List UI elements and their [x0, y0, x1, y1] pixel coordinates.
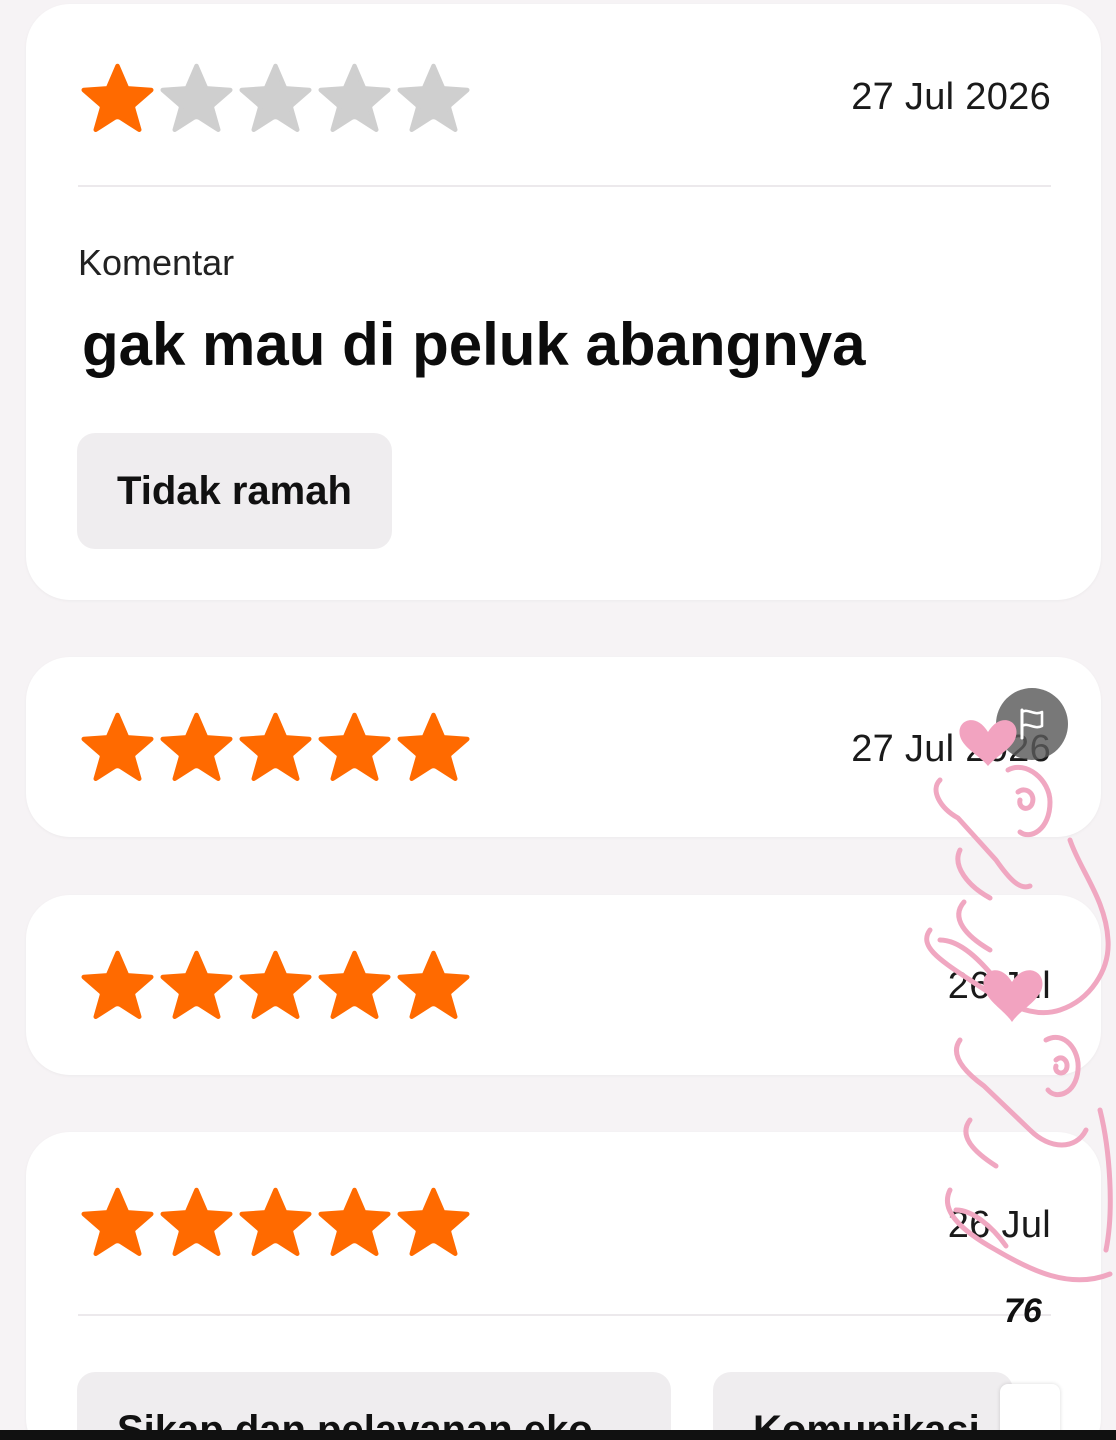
star-filled-icon — [239, 1187, 312, 1256]
star-filled-icon — [81, 950, 154, 1019]
heart-icon — [959, 720, 1017, 766]
comment-text: gak mau di peluk abangnya — [82, 311, 866, 378]
star-filled-icon — [318, 1187, 391, 1256]
star-filled-icon — [160, 950, 233, 1019]
star-filled-icon — [160, 712, 233, 781]
star-filled-icon — [81, 712, 154, 781]
star-rating — [80, 60, 471, 135]
star-rating — [80, 947, 471, 1022]
star-empty-icon — [397, 63, 470, 132]
star-filled-icon — [397, 712, 470, 781]
star-filled-icon — [239, 712, 312, 781]
star-filled-icon — [397, 950, 470, 1019]
star-rating — [80, 709, 471, 784]
review-date: 27 Jul 2026 — [851, 76, 1051, 118]
review-list: 27 Jul 2026 Komentar gak mau di peluk ab… — [0, 0, 1116, 1440]
sticker-text: 76 — [1004, 1292, 1042, 1330]
star-empty-icon — [318, 63, 391, 132]
star-filled-icon — [318, 712, 391, 781]
star-rating — [80, 1184, 471, 1259]
star-filled-icon — [318, 950, 391, 1019]
finger-heart-sticker — [924, 720, 1113, 1283]
review-card: 27 Jul 2026 Komentar gak mau di peluk ab… — [26, 4, 1101, 600]
star-empty-icon — [160, 63, 233, 132]
star-filled-icon — [239, 950, 312, 1019]
divider — [78, 1314, 1051, 1316]
star-filled-icon — [397, 1187, 470, 1256]
star-filled-icon — [160, 1187, 233, 1256]
comment-label: Komentar — [78, 242, 235, 283]
star-filled-icon — [81, 63, 154, 132]
bottom-bar — [0, 1430, 1116, 1440]
review-tag: Tidak ramah — [77, 433, 392, 549]
divider — [78, 185, 1051, 187]
star-filled-icon — [81, 1187, 154, 1256]
star-empty-icon — [239, 63, 312, 132]
